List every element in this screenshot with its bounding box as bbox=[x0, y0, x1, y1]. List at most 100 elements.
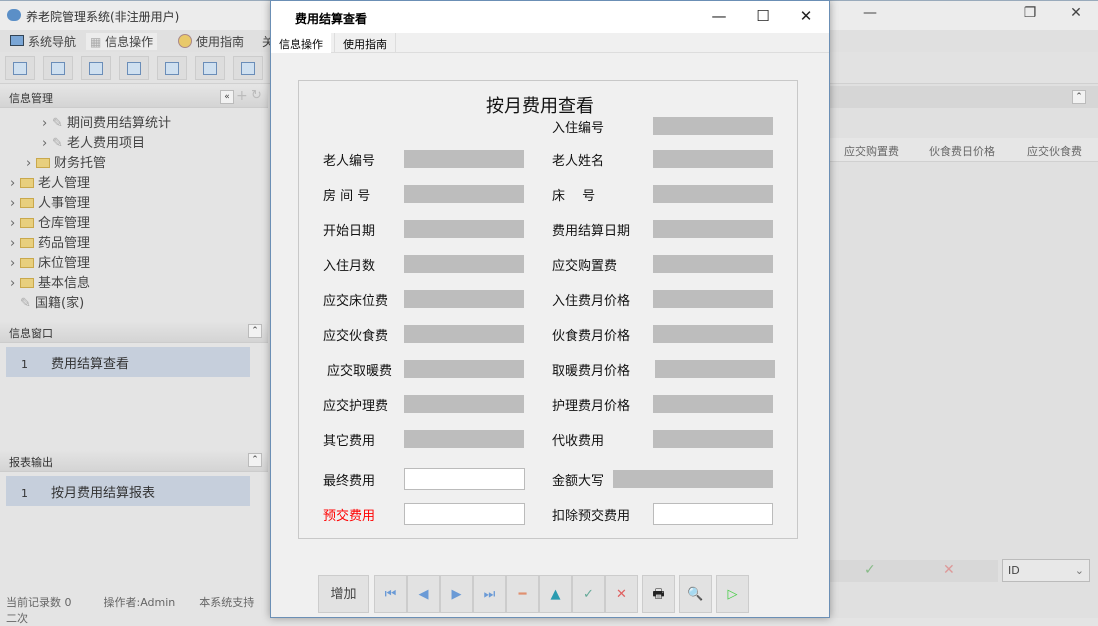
field-input[interactable] bbox=[404, 290, 524, 308]
tree-item[interactable]: ✎ 国籍(家) bbox=[20, 292, 84, 311]
edit-button[interactable]: ▲ bbox=[539, 575, 572, 613]
maximize-icon[interactable]: ☐ bbox=[751, 7, 775, 25]
tree-item[interactable]: ›床位管理 bbox=[10, 252, 90, 271]
field-input[interactable] bbox=[404, 395, 524, 413]
collapse-up-icon[interactable]: ⌃ bbox=[248, 324, 262, 338]
tree-item[interactable]: ›基本信息 bbox=[10, 272, 90, 291]
user-tool-button[interactable] bbox=[119, 56, 149, 80]
tree-label: 期间费用结算统计 bbox=[67, 116, 171, 131]
field-input[interactable] bbox=[653, 150, 773, 168]
list-item[interactable]: 1费用结算查看 bbox=[6, 347, 250, 377]
tab-guide[interactable]: 使用指南 bbox=[334, 33, 396, 53]
field-input[interactable] bbox=[655, 360, 775, 378]
field-input[interactable] bbox=[653, 220, 773, 238]
cancel-button[interactable]: ✕ bbox=[605, 575, 638, 613]
tree-item[interactable]: ›人事管理 bbox=[10, 192, 90, 211]
column-header[interactable]: 伙食费日价格 bbox=[929, 143, 995, 159]
window-add-tool-button[interactable] bbox=[195, 56, 225, 80]
field-input[interactable] bbox=[404, 325, 524, 343]
cancel-icon[interactable]: ✕ bbox=[943, 562, 955, 578]
close-icon[interactable]: ✕ bbox=[794, 7, 818, 25]
print-button[interactable]: 🖶 bbox=[642, 575, 675, 613]
monitor-icon bbox=[10, 35, 24, 46]
next-record-button[interactable]: ▶ bbox=[440, 575, 473, 613]
list-icon bbox=[51, 62, 65, 75]
field-input[interactable] bbox=[653, 395, 773, 413]
column-header[interactable]: 应交购置费 bbox=[844, 143, 899, 159]
field-select[interactable]: ID⌄ bbox=[1002, 559, 1090, 582]
field-input[interactable] bbox=[653, 325, 773, 343]
collapse-left-icon[interactable]: « bbox=[220, 90, 234, 104]
prev-record-button[interactable]: ◀ bbox=[407, 575, 440, 613]
row-number: 1 bbox=[21, 358, 51, 371]
add-button[interactable]: 增加 bbox=[318, 575, 369, 613]
tree-label: 药品管理 bbox=[38, 236, 90, 251]
tree-item[interactable]: ›财务托管 bbox=[26, 152, 106, 171]
tab-info-ops[interactable]: ▦ 信息操作 bbox=[86, 33, 157, 50]
collapse-up-icon[interactable]: ⌃ bbox=[248, 453, 262, 467]
field-input[interactable] bbox=[653, 290, 773, 308]
tree-item[interactable]: ›药品管理 bbox=[10, 232, 90, 251]
delete-button[interactable]: ━ bbox=[506, 575, 539, 613]
field-input[interactable] bbox=[653, 255, 773, 273]
tab-system-nav[interactable]: 系统导航 bbox=[10, 33, 76, 50]
refresh-icon[interactable]: ↻ bbox=[251, 88, 262, 103]
field-input[interactable] bbox=[653, 503, 773, 525]
tab-label: 系统导航 bbox=[28, 35, 76, 49]
document-tool-button[interactable] bbox=[81, 56, 111, 80]
field-input[interactable] bbox=[404, 360, 524, 378]
field-input[interactable] bbox=[653, 185, 773, 203]
column-header[interactable]: 应交伙食费 bbox=[1027, 143, 1082, 159]
field-input[interactable] bbox=[404, 430, 524, 448]
tree-label: 老人费用项目 bbox=[67, 136, 145, 151]
tree-item[interactable]: ›仓库管理 bbox=[10, 212, 90, 231]
field-input[interactable] bbox=[404, 220, 524, 238]
tree-item[interactable]: ›✎ 期间费用结算统计 bbox=[42, 112, 171, 131]
chevron-down-icon: ⌄ bbox=[1075, 564, 1084, 577]
info-window-header: 信息窗口 bbox=[0, 321, 268, 343]
tab-guide[interactable]: 使用指南 bbox=[178, 33, 244, 50]
first-record-button[interactable]: ⏮ bbox=[374, 575, 407, 613]
field-input[interactable] bbox=[653, 430, 773, 448]
tab-info-ops[interactable]: 信息操作 bbox=[271, 33, 331, 53]
row-number: 1 bbox=[21, 487, 51, 500]
record-count: 当前记录数 0 bbox=[6, 596, 72, 609]
screen-tool-button[interactable] bbox=[157, 56, 187, 80]
search-tool-button[interactable] bbox=[5, 56, 35, 80]
field-input[interactable] bbox=[404, 150, 524, 168]
field-label: 开始日期 bbox=[323, 220, 375, 239]
tree-label: 床位管理 bbox=[38, 256, 90, 271]
confirm-icon[interactable]: ✓ bbox=[864, 562, 876, 578]
list-item[interactable]: 1按月费用结算报表 bbox=[6, 476, 250, 506]
folder-icon bbox=[20, 258, 34, 268]
field-input[interactable] bbox=[404, 185, 524, 203]
minimize-icon[interactable]: — bbox=[860, 5, 880, 21]
list-tool-button[interactable] bbox=[43, 56, 73, 80]
tools-icon: ✎ bbox=[20, 296, 35, 311]
add-icon[interactable]: + bbox=[236, 88, 248, 104]
dialog-title: 费用结算查看 bbox=[295, 10, 367, 27]
restore-icon[interactable]: ❐ bbox=[1020, 5, 1040, 21]
folder-icon bbox=[20, 198, 34, 208]
tree-item[interactable]: ›✎ 老人费用项目 bbox=[42, 132, 145, 151]
field-label: 老人姓名 bbox=[552, 150, 604, 169]
minimize-icon[interactable]: — bbox=[707, 7, 731, 25]
last-record-button[interactable]: ⏭ bbox=[473, 575, 506, 613]
tab-label: 使用指南 bbox=[196, 35, 244, 49]
right-panel bbox=[830, 84, 1098, 618]
collapse-up-icon[interactable]: ⌃ bbox=[1072, 90, 1086, 104]
document-icon bbox=[89, 62, 103, 75]
save-button[interactable]: ✓ bbox=[572, 575, 605, 613]
field-input[interactable] bbox=[404, 503, 525, 525]
field-input[interactable] bbox=[613, 470, 773, 488]
field-input[interactable] bbox=[404, 468, 525, 490]
run-button[interactable]: ▷ bbox=[716, 575, 749, 613]
prev-icon: ◀ bbox=[419, 587, 429, 602]
tree-item[interactable]: ›老人管理 bbox=[10, 172, 90, 191]
field-input[interactable] bbox=[653, 117, 773, 135]
print-preview-button[interactable]: 🔍 bbox=[679, 575, 712, 613]
folder-tool-button[interactable] bbox=[233, 56, 263, 80]
tools-icon: ✎ bbox=[52, 116, 67, 131]
close-icon[interactable]: ✕ bbox=[1066, 5, 1086, 21]
field-input[interactable] bbox=[404, 255, 524, 273]
